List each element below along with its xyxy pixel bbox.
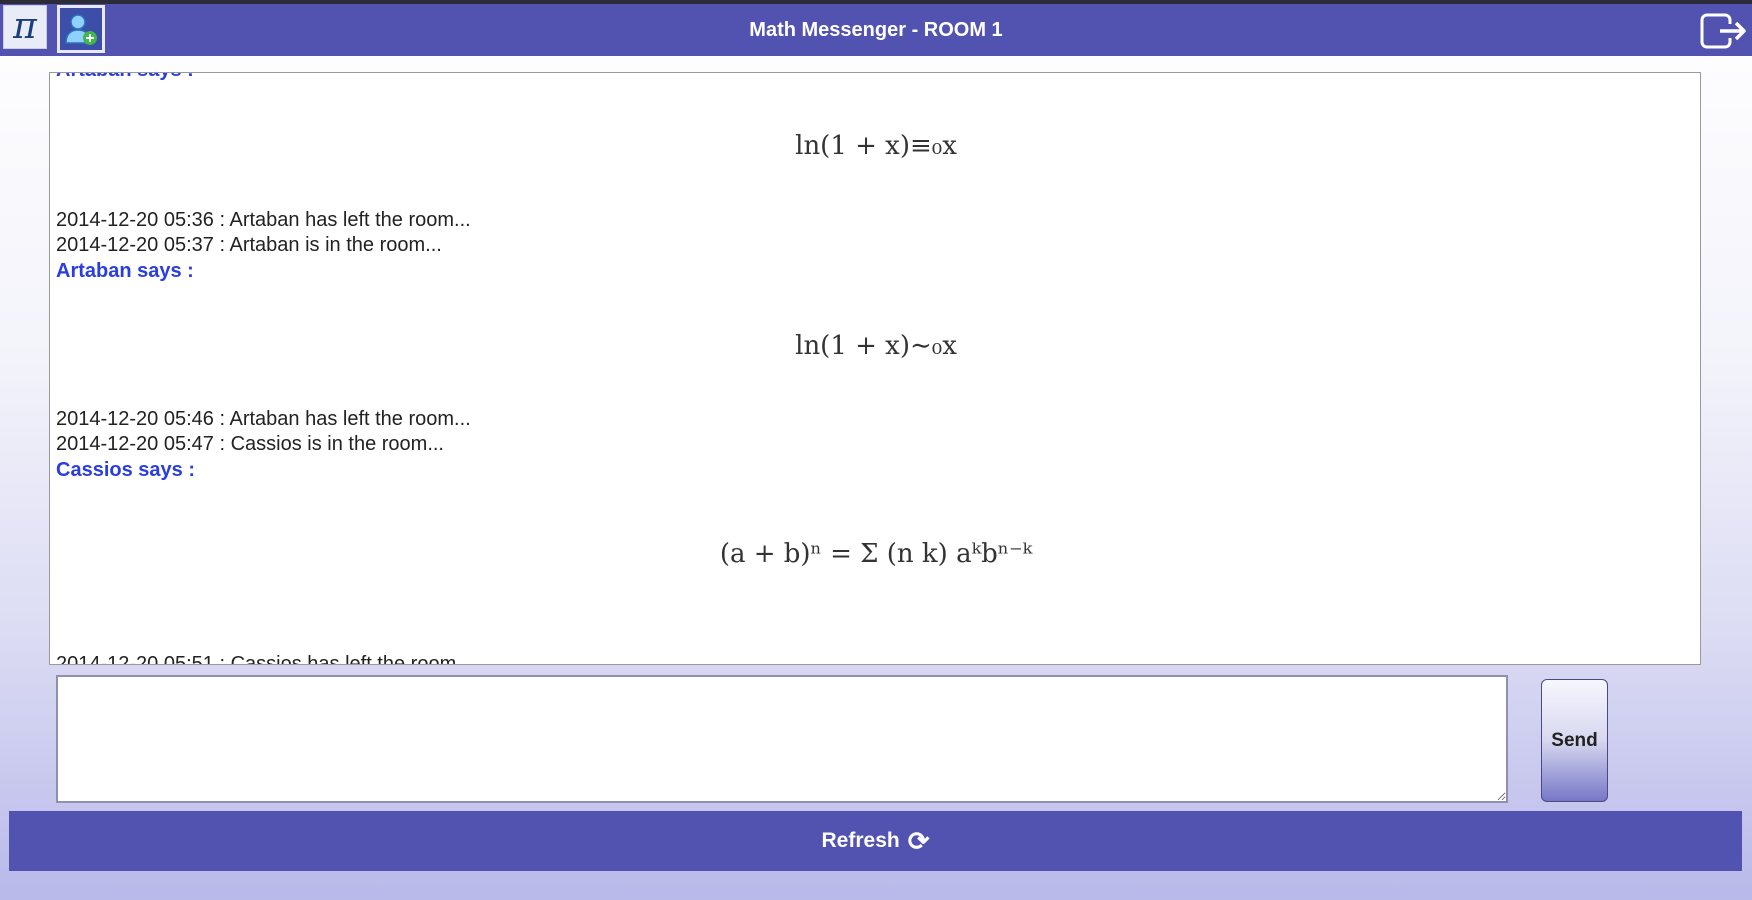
message-sender: Artaban says : [56,260,194,282]
refresh-icon: ⟳ [907,825,930,856]
message-input[interactable] [56,675,1508,803]
message-sender: Cassios says : [56,459,195,481]
send-button[interactable]: Send [1541,679,1608,802]
math-formula: ln(1 + x)≡₀x [795,131,957,161]
event-line: 2014-12-20 05:47 : Cassios is in the roo… [56,433,444,455]
math-formula: (a + b)ⁿ = Σ (n k) aᵏbⁿ⁻ᵏ [719,539,1033,569]
page-title: Math Messenger - ROOM 1 [749,19,1003,41]
event-line: 2014-12-20 05:51 : Cassios has left the … [56,653,473,665]
event-line: 2014-12-20 05:36 : Artaban has left the … [56,209,471,231]
chat-transcript[interactable]: Artaban says : ln(1 + x)≡₀x 2014-12-20 0… [49,72,1701,665]
message-sender: Artaban says : [56,73,194,82]
event-line: 2014-12-20 05:46 : Artaban has left the … [56,408,471,430]
refresh-button[interactable]: Refresh ⟳ [9,811,1742,871]
math-formula: ln(1 + x)∼₀x [795,331,957,361]
event-line: 2014-12-20 05:37 : Artaban is in the roo… [56,234,442,256]
exit-icon[interactable] [1700,12,1748,50]
refresh-label: Refresh [821,829,900,852]
